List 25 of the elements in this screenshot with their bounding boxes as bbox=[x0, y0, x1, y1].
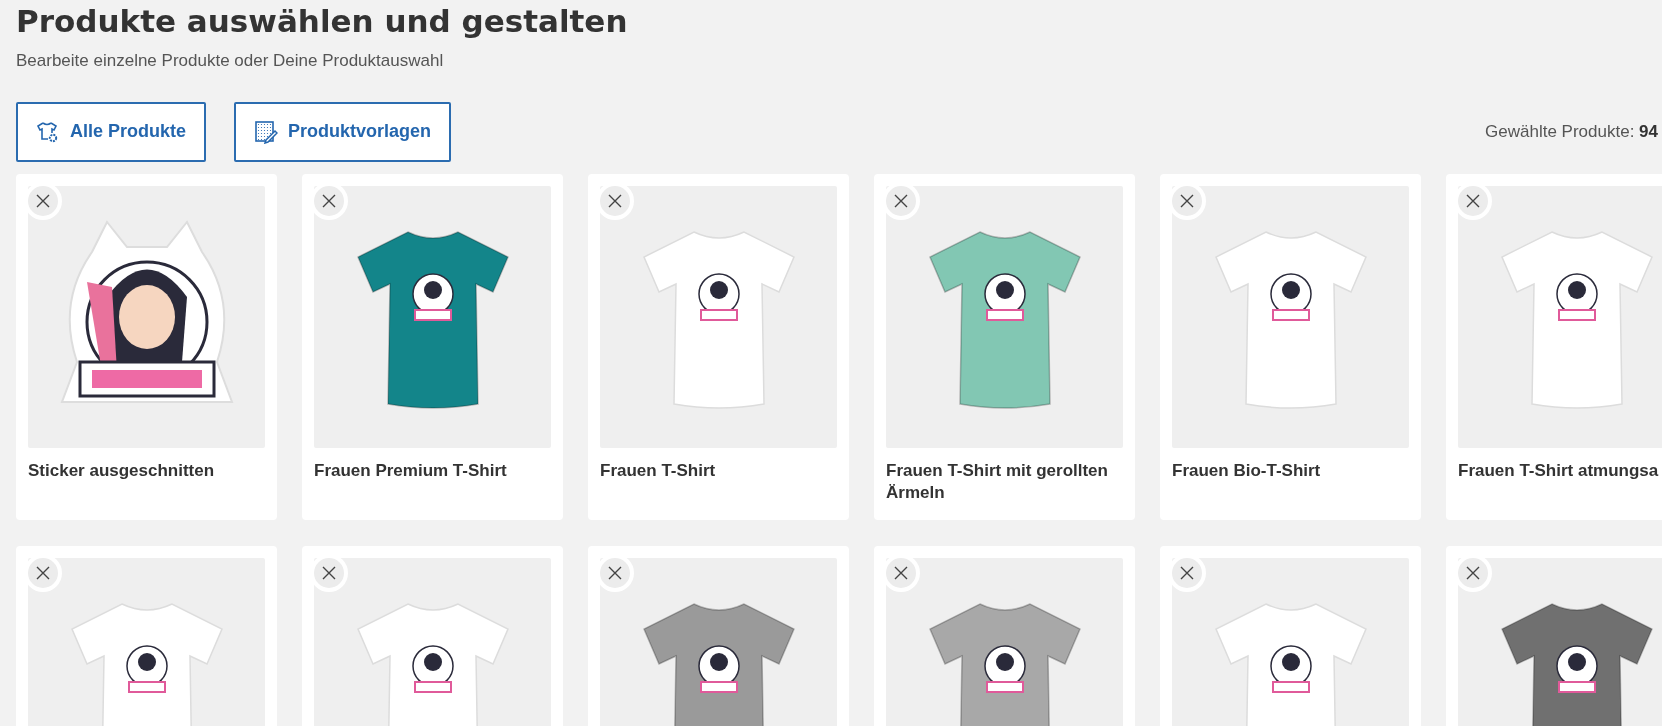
close-icon bbox=[608, 193, 622, 208]
selected-count: Gewählte Produkte: 94 bbox=[1485, 120, 1658, 143]
close-icon bbox=[1466, 565, 1480, 580]
close-icon bbox=[1180, 193, 1194, 208]
close-icon bbox=[36, 565, 50, 580]
templates-button[interactable]: Produktvorlagen bbox=[234, 101, 452, 162]
close-icon bbox=[1180, 565, 1194, 580]
close-icon bbox=[36, 193, 50, 208]
page-title: Produkte auswählen und gestalten bbox=[16, 2, 629, 40]
product-name: Frauen Bio-T-Shirt bbox=[1172, 459, 1322, 482]
close-icon bbox=[608, 565, 622, 580]
shirt-gear-icon bbox=[36, 119, 60, 144]
product-name: Frauen T-Shirt bbox=[600, 459, 717, 482]
product-name: Frauen T-Shirt atmungsa bbox=[1458, 459, 1660, 482]
close-icon bbox=[322, 565, 336, 580]
close-icon bbox=[322, 193, 336, 208]
close-icon bbox=[1466, 193, 1480, 208]
close-icon bbox=[894, 193, 908, 208]
dotted-page-pencil-icon bbox=[254, 119, 279, 144]
all-products-button[interactable]: Alle Produkte bbox=[16, 101, 207, 162]
product-name: Sticker ausgeschnitten bbox=[28, 459, 216, 482]
page-subtitle: Bearbeite einzelne Produkte oder Deine Produktauswahl bbox=[16, 50, 445, 72]
product-name: Frauen T-Shirt mit gerollten Ärmeln bbox=[886, 459, 1109, 504]
product-name: Frauen Premium T-Shirt bbox=[314, 459, 508, 482]
close-icon bbox=[894, 565, 908, 580]
